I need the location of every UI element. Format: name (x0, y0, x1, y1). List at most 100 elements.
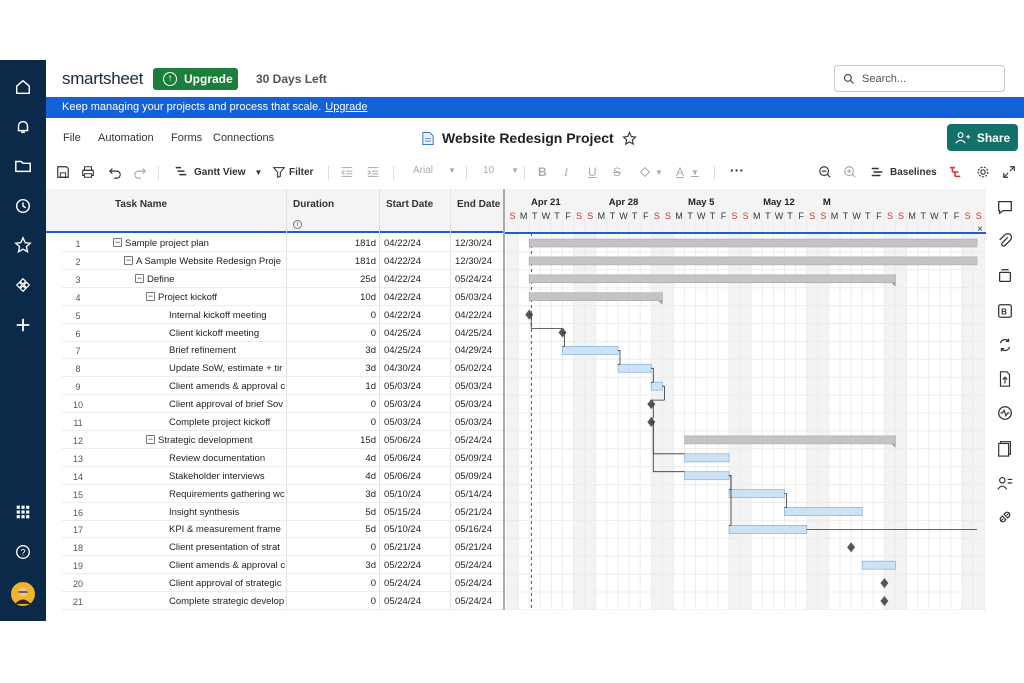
row-number[interactable]: 18 (62, 543, 94, 553)
activity-log-icon[interactable] (996, 404, 1014, 422)
settings-gear-icon[interactable] (976, 165, 990, 179)
italic-icon[interactable]: I (564, 165, 568, 180)
table-row[interactable]: 2 − A Sample Website Redesign Proje 181d 04/… (62, 252, 503, 270)
end-date-cell[interactable]: 05/16/24 (455, 524, 492, 535)
menu-automation[interactable]: Automation (98, 132, 154, 144)
table-row[interactable]: 16 Insight synthesis 5d 05/15/24 05/21/24 (62, 503, 503, 521)
start-date-cell[interactable]: 05/15/24 (384, 507, 421, 518)
connections-plug-icon[interactable] (996, 508, 1014, 526)
duration-cell[interactable]: 0 (316, 417, 376, 428)
start-date-cell[interactable]: 05/24/24 (384, 596, 421, 607)
start-date-cell[interactable]: 04/22/24 (384, 310, 421, 321)
end-date-cell[interactable]: 12/30/24 (455, 238, 492, 249)
table-row[interactable]: 3 − Define 25d 04/22/24 05/24/24 (62, 270, 503, 288)
column-header-task-name[interactable]: Task Name (115, 199, 167, 210)
print-icon[interactable] (81, 165, 95, 179)
end-date-cell[interactable]: 05/03/24 (455, 417, 492, 428)
collapse-toggle-icon[interactable]: − (124, 255, 133, 265)
end-date-cell[interactable]: 05/21/24 (455, 507, 492, 518)
end-date-cell[interactable]: 05/24/24 (455, 274, 492, 285)
row-number[interactable]: 21 (62, 597, 94, 607)
row-number[interactable]: 13 (62, 454, 94, 464)
font-size-select[interactable]: 10 ▼ (483, 165, 519, 176)
create-plus-icon[interactable] (10, 312, 36, 338)
end-date-cell[interactable]: 05/09/24 (455, 471, 492, 482)
launcher-grid-icon[interactable] (10, 499, 36, 525)
undo-icon[interactable] (108, 165, 122, 179)
workapps-icon[interactable] (10, 272, 36, 298)
task-name-cell[interactable]: Internal kickoff meeting (169, 310, 286, 321)
task-name-cell[interactable]: A Sample Website Redesign Proje (136, 256, 286, 267)
start-date-cell[interactable]: 05/10/24 (384, 489, 421, 500)
publish-icon[interactable] (996, 370, 1014, 388)
row-number[interactable]: 14 (62, 472, 94, 482)
end-date-cell[interactable]: 05/24/24 (455, 578, 492, 589)
column-header-start-date[interactable]: Start Date (386, 199, 433, 210)
end-date-cell[interactable]: 05/03/24 (455, 292, 492, 303)
row-number[interactable]: 9 (62, 382, 94, 392)
task-name-cell[interactable]: Client amends & approval c (169, 381, 286, 392)
share-button[interactable]: Share (947, 124, 1018, 151)
proofing-icon[interactable] (996, 267, 1014, 285)
outdent-icon[interactable] (340, 165, 354, 179)
strikethrough-icon[interactable]: S (613, 165, 621, 179)
end-date-cell[interactable]: 04/22/24 (455, 310, 492, 321)
critical-path-icon[interactable] (948, 165, 962, 179)
favorite-star-icon[interactable] (621, 130, 637, 146)
row-number[interactable]: 6 (62, 329, 94, 339)
start-date-cell[interactable]: 05/06/24 (384, 471, 421, 482)
task-name-cell[interactable]: Client presentation of strat (169, 542, 286, 553)
row-number[interactable]: 19 (62, 561, 94, 571)
duration-cell[interactable]: 181d (316, 256, 376, 267)
duration-cell[interactable]: 5d (316, 507, 376, 518)
end-date-cell[interactable]: 05/24/24 (455, 435, 492, 446)
text-color-icon[interactable]: A ▼ (676, 165, 699, 179)
start-date-cell[interactable]: 05/21/24 (384, 542, 421, 553)
start-date-cell[interactable]: 05/10/24 (384, 524, 421, 535)
sheet-summary-icon[interactable] (996, 439, 1014, 457)
duration-cell[interactable]: 5d (316, 524, 376, 535)
row-number[interactable]: 8 (62, 364, 94, 374)
start-date-cell[interactable]: 05/03/24 (384, 381, 421, 392)
row-number[interactable]: 11 (62, 418, 94, 428)
table-row[interactable]: 12 − Strategic development 15d 05/06/24 05/24… (62, 431, 503, 449)
table-row[interactable]: 19 Client amends & approval c 3d 05/22/24 05… (62, 556, 503, 575)
table-row[interactable]: 20 Client approval of strategic 0 05/24/24 0… (62, 574, 503, 593)
table-row[interactable]: 13 Review documentation 4d 05/06/24 05/09/24 (62, 449, 503, 467)
baselines-button[interactable]: Baselines (870, 165, 937, 179)
browse-folder-icon[interactable] (10, 153, 36, 179)
start-date-cell[interactable]: 05/22/24 (384, 560, 421, 571)
row-number[interactable]: 3 (62, 275, 94, 285)
task-name-cell[interactable]: Project kickoff (158, 292, 286, 303)
help-icon[interactable]: ? (10, 539, 36, 565)
row-number[interactable]: 10 (62, 400, 94, 410)
zoom-in-icon[interactable] (843, 165, 857, 179)
table-row[interactable]: 9 Client amends & approval c 1d 05/03/24 05/… (62, 377, 503, 396)
update-requests-icon[interactable] (996, 336, 1014, 354)
start-date-cell[interactable]: 04/30/24 (384, 363, 421, 374)
table-row[interactable]: 10 Client approval of brief Sov 0 05/03/24 0… (62, 395, 503, 414)
row-number[interactable]: 17 (62, 525, 94, 535)
duration-cell[interactable]: 181d (316, 238, 376, 249)
table-row[interactable]: 21 Complete strategic develop 0 05/24/24 05/… (62, 592, 503, 610)
collapse-toggle-icon[interactable]: − (146, 434, 155, 444)
home-icon[interactable] (10, 74, 36, 100)
duration-cell[interactable]: 3d (316, 363, 376, 374)
table-row[interactable]: 4 − Project kickoff 10d 04/22/24 05/03/24 (62, 288, 503, 306)
task-name-cell[interactable]: Client amends & approval c (169, 560, 286, 571)
task-name-cell[interactable]: Requirements gathering wc (169, 489, 286, 500)
row-number[interactable]: 7 (62, 346, 94, 356)
duration-cell[interactable]: 3d (316, 560, 376, 571)
task-name-cell[interactable]: Insight synthesis (169, 507, 286, 518)
start-date-cell[interactable]: 05/06/24 (384, 453, 421, 464)
save-icon[interactable] (56, 165, 70, 179)
task-name-cell[interactable]: KPI & measurement frame (169, 524, 286, 535)
table-row[interactable]: 8 Update SoW, estimate + tir 3d 04/30/24 05/… (62, 359, 503, 378)
start-date-cell[interactable]: 04/25/24 (384, 345, 421, 356)
contacts-icon[interactable] (996, 474, 1014, 492)
table-row[interactable]: 15 Requirements gathering wc 3d 05/10/24 05/… (62, 485, 503, 503)
comments-icon[interactable] (996, 198, 1014, 216)
end-date-cell[interactable]: 05/02/24 (455, 363, 492, 374)
end-date-cell[interactable]: 05/14/24 (455, 489, 492, 500)
duration-cell[interactable]: 4d (316, 471, 376, 482)
